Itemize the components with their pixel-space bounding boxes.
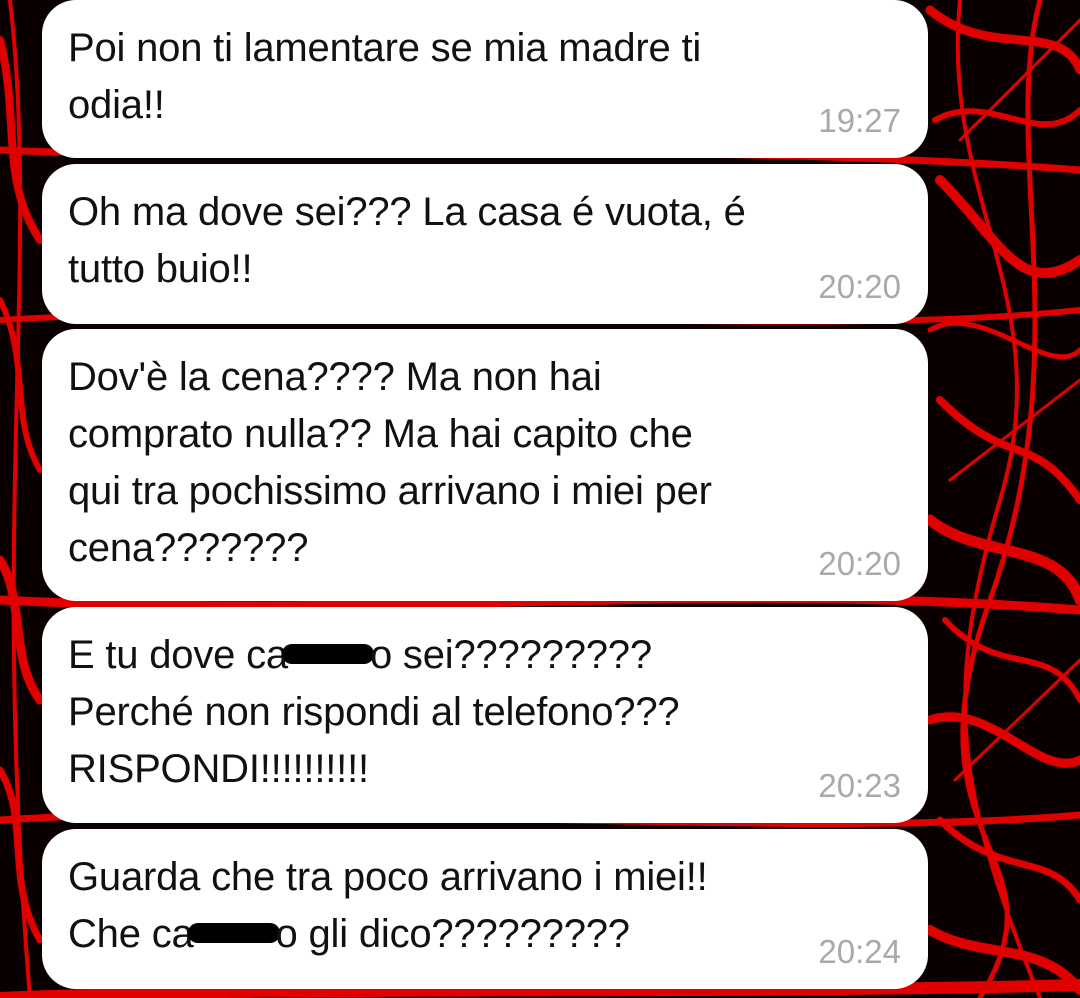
message-text: Poi non ti lamentare se mia madre ti odi… bbox=[68, 26, 702, 127]
message-text: E tu dove ca o sei????????? Perché non ri… bbox=[68, 627, 900, 798]
message-timestamp: 20:24 bbox=[818, 933, 901, 970]
censor-bar bbox=[187, 923, 280, 943]
message-timestamp: 20:20 bbox=[818, 545, 901, 582]
message-timestamp: 20:20 bbox=[818, 268, 901, 305]
message-text: Dov'è la cena???? Ma non hai comprato nu… bbox=[68, 355, 712, 570]
message-timestamp: 20:23 bbox=[818, 767, 901, 804]
message-text-part: E tu dove ca bbox=[68, 633, 288, 677]
message-text-part: o gli dico????????? bbox=[275, 912, 630, 956]
message-text: Oh ma dove sei??? La casa é vuota, é tut… bbox=[68, 190, 746, 291]
message-text: Guarda che tra poco arrivano i miei!! Ch… bbox=[68, 849, 900, 963]
message-bubble[interactable]: Oh ma dove sei??? La casa é vuota, é tut… bbox=[42, 164, 928, 324]
message-bubble[interactable]: E tu dove ca o sei????????? Perché non ri… bbox=[42, 607, 928, 823]
message-bubble[interactable]: Dov'è la cena???? Ma non hai comprato nu… bbox=[42, 329, 928, 601]
censor-bar bbox=[281, 644, 374, 664]
message-bubble[interactable]: Guarda che tra poco arrivano i miei!! Ch… bbox=[42, 829, 928, 989]
message-bubble[interactable]: Poi non ti lamentare se mia madre ti odi… bbox=[42, 0, 928, 158]
message-timestamp: 19:27 bbox=[818, 102, 901, 139]
